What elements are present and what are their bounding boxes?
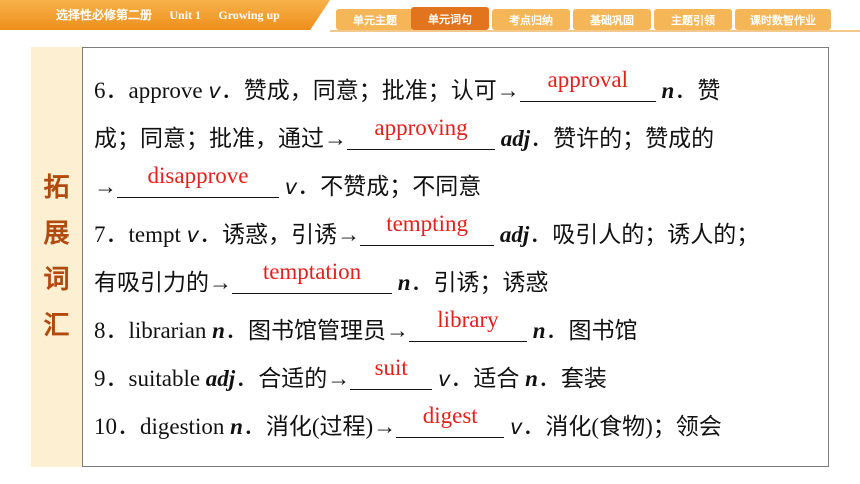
tab-homework[interactable]: 课时数智作业 bbox=[735, 9, 831, 30]
vocab-line-7: 9．suitable adj．合适的→ suit v．适合 n．套装 bbox=[94, 355, 834, 408]
tab-theme-guide[interactable]: 主题引领 bbox=[654, 9, 732, 30]
part-of-speech: v bbox=[437, 367, 451, 391]
line-text: ．赞 bbox=[674, 78, 721, 103]
answer-blank: digest bbox=[396, 403, 505, 438]
vocab-line-2: 成；同意；批准，通过→ approving adj．赞许的；赞成的 bbox=[94, 115, 834, 168]
side-char: 汇 bbox=[43, 311, 70, 341]
answer-text: digest bbox=[422, 403, 478, 428]
side-char: 展 bbox=[43, 219, 70, 249]
line-text: 9．suitable bbox=[94, 366, 206, 391]
answer-blank: suit bbox=[350, 355, 433, 390]
part-of-speech: v bbox=[284, 175, 298, 199]
side-label: 拓 展 词 汇 bbox=[31, 47, 83, 467]
side-char: 词 bbox=[43, 265, 70, 295]
line-text: 成；同意；批准，通过→ bbox=[94, 126, 347, 151]
tab-basic-practice[interactable]: 基础巩固 bbox=[573, 9, 651, 30]
answer-text: library bbox=[437, 307, 499, 332]
header-title: 选择性必修第二册 Unit 1 Growing up bbox=[56, 6, 280, 23]
line-text: ．图书馆 bbox=[545, 318, 638, 343]
side-char: 拓 bbox=[43, 173, 70, 203]
part-of-speech: n bbox=[230, 414, 243, 439]
top-bar: 选择性必修第二册 Unit 1 Growing up 单元主题 单元词句 考点归… bbox=[0, 0, 860, 33]
part-of-speech: n bbox=[212, 318, 225, 343]
part-of-speech: n bbox=[661, 78, 675, 103]
part-of-speech: n bbox=[532, 318, 546, 343]
line-text: ．消化(过程)→ bbox=[242, 414, 397, 439]
line-text: 6．approve bbox=[94, 78, 209, 103]
answer-blank: disapprove bbox=[117, 163, 279, 198]
line-text: ．赞成，同意；批准；认可→ bbox=[220, 78, 520, 103]
part-of-speech: adj bbox=[499, 222, 530, 247]
part-of-speech: adj bbox=[205, 366, 236, 391]
tab-unit-vocabulary[interactable]: 单元词句 bbox=[411, 7, 489, 30]
tab-underline bbox=[330, 30, 860, 32]
line-text: ．不赞成；不同意 bbox=[297, 174, 482, 199]
vocab-line-5: 有吸引力的→ temptation n．引诱；诱惑 bbox=[94, 259, 834, 312]
vocab-line-3: → disapprove v．不赞成；不同意 bbox=[94, 163, 834, 216]
line-text: ．诱惑，引诱→ bbox=[199, 222, 361, 247]
tab-key-points[interactable]: 考点归纳 bbox=[492, 9, 570, 30]
answer-blank: library bbox=[408, 307, 527, 342]
book-name: 选择性必修第二册 bbox=[56, 8, 153, 22]
line-text: 8．librarian bbox=[94, 318, 213, 343]
vocab-line-1: 6．approve v．赞成，同意；批准；认可→ approval n．赞 bbox=[94, 67, 834, 120]
answer-blank: tempting bbox=[360, 211, 495, 246]
vocab-line-8: 10．digestion n．消化(过程)→ digest v．消化(食物)；领会 bbox=[94, 403, 834, 456]
answer-text: temptation bbox=[262, 259, 362, 284]
line-text: ．适合 bbox=[450, 366, 526, 391]
answer-blank: temptation bbox=[232, 259, 392, 294]
answer-text: approval bbox=[547, 67, 628, 92]
line-text: 10．digestion bbox=[94, 414, 231, 439]
answer-text: tempting bbox=[386, 211, 468, 236]
vocab-line-4: 7．tempt v．诱惑，引诱→ tempting adj．吸引人的；诱人的； bbox=[94, 211, 834, 264]
answer-text: approving bbox=[374, 115, 468, 140]
line-text: 有吸引力的→ bbox=[94, 270, 232, 295]
answer-text: suit bbox=[374, 355, 408, 380]
line-text: ．消化(食物)；领会 bbox=[522, 414, 722, 439]
answer-blank: approving bbox=[347, 115, 495, 150]
line-text: → bbox=[94, 174, 117, 199]
part-of-speech: n bbox=[397, 270, 411, 295]
line-text: 7．tempt bbox=[94, 222, 187, 247]
part-of-speech: v bbox=[509, 415, 523, 439]
vocab-list: 6．approve v．赞成，同意；批准；认可→ approval n．赞 成；同… bbox=[94, 67, 834, 456]
part-of-speech: v bbox=[186, 223, 200, 247]
line-text: ．合适的→ bbox=[235, 366, 351, 391]
line-text: ．图书馆管理员→ bbox=[224, 318, 409, 343]
line-text: ．赞许的；赞成的 bbox=[530, 126, 715, 151]
tab-unit-theme[interactable]: 单元主题 bbox=[336, 9, 414, 30]
unit-topic: Growing up bbox=[218, 8, 280, 22]
line-text: ．吸引人的；诱人的； bbox=[529, 222, 760, 247]
line-text: ．引诱；诱惑 bbox=[410, 270, 549, 295]
part-of-speech: v bbox=[208, 79, 221, 103]
line-text: ．套装 bbox=[537, 366, 607, 391]
unit-label: Unit 1 bbox=[169, 8, 202, 22]
answer-text: disapprove bbox=[147, 163, 249, 188]
vocab-line-6: 8．librarian n．图书馆管理员→ library n．图书馆 bbox=[94, 307, 834, 360]
part-of-speech: adj bbox=[500, 126, 531, 151]
answer-blank: approval bbox=[519, 67, 656, 102]
part-of-speech: n bbox=[525, 366, 538, 391]
